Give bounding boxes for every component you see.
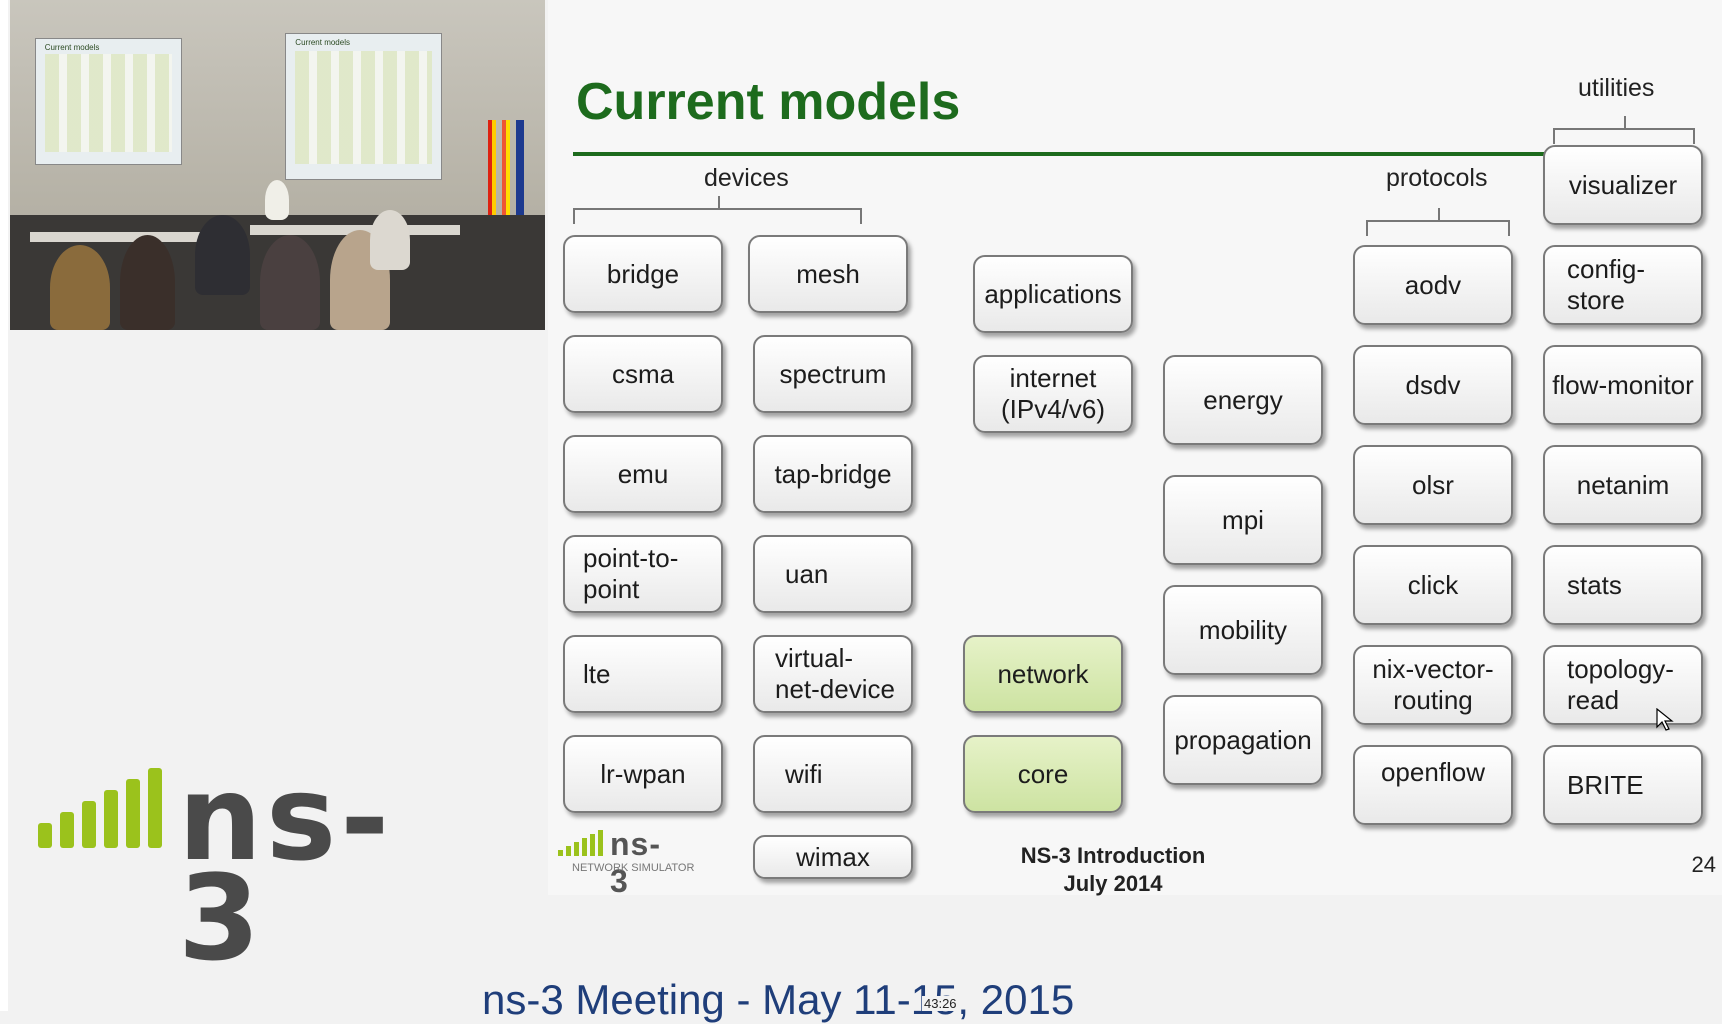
mouse-cursor-icon <box>1656 708 1674 731</box>
model-box-wifi: wifi <box>753 735 913 813</box>
audience-person <box>50 245 110 330</box>
devices-brace <box>573 196 862 224</box>
model-box-visualizer: visualizer <box>1543 145 1703 225</box>
slide-page-number: 24 <box>1691 852 1716 877</box>
model-box-core: core <box>963 735 1123 813</box>
model-box-energy: energy <box>1163 355 1323 445</box>
video-timestamp: 43:26 <box>922 996 959 1011</box>
model-box-topology-read: topology- read <box>1543 645 1703 725</box>
left-screen-title: Current models <box>44 42 100 52</box>
model-box-dsdv: dsdv <box>1353 345 1513 425</box>
speaker <box>265 180 289 220</box>
left-screen-content <box>44 54 173 152</box>
model-box-internet: internet (IPv4/v6) <box>973 355 1133 433</box>
ns3-big-logo: ns-3 <box>38 759 389 977</box>
protocols-brace <box>1366 208 1510 236</box>
projector-screen-left: Current models <box>35 38 182 165</box>
model-box-flow-monitor: flow-monitor <box>1543 345 1703 425</box>
slide-footer: NS-3 Introduction July 2014 <box>988 842 1238 898</box>
model-box-openflow: openflow <box>1353 745 1513 825</box>
model-box-propagation: propagation <box>1163 695 1323 785</box>
model-box-tap-bridge: tap-bridge <box>753 435 913 513</box>
model-box-nix-vector-routing: nix-vector- routing <box>1353 645 1513 725</box>
camera-video-feed: Current models Current models <box>10 0 545 330</box>
projector-screen-right: Current models <box>285 33 442 180</box>
desk <box>30 232 210 242</box>
audience-person <box>260 235 320 330</box>
model-box-mobility: mobility <box>1163 585 1323 675</box>
audience-person <box>120 235 175 330</box>
utilities-brace <box>1553 116 1695 144</box>
right-screen-content <box>295 51 432 165</box>
audience-person <box>195 215 250 295</box>
slide-ns3-logo: ns-3 NETWORK SIMULATOR <box>558 826 694 899</box>
model-box-mpi: mpi <box>1163 475 1323 565</box>
model-box-click: click <box>1353 545 1513 625</box>
big-logo-text: ns-3 <box>178 749 394 987</box>
model-box-applications: applications <box>973 255 1133 333</box>
model-box-olsr: olsr <box>1353 445 1513 525</box>
model-box-netanim: netanim <box>1543 445 1703 525</box>
slide-title: Current models <box>576 73 961 131</box>
audience-person <box>370 210 410 270</box>
footer-line2: July 2014 <box>1063 871 1163 896</box>
model-box-spectrum: spectrum <box>753 335 913 413</box>
right-screen-title: Current models <box>295 38 350 48</box>
group-label-utilities: utilities <box>1578 74 1655 102</box>
meeting-caption: ns-3 Meeting - May 11-15, 2015 <box>482 976 1075 1023</box>
model-box-virtual-net-device: virtual- net-device <box>753 635 913 713</box>
model-box-mesh: mesh <box>748 235 908 313</box>
group-label-devices: devices <box>704 164 789 192</box>
signal-bars-icon <box>558 830 603 856</box>
model-box-brite: BRITE <box>1543 745 1703 825</box>
group-label-protocols: protocols <box>1386 164 1488 192</box>
model-box-lr-wpan: lr-wpan <box>563 735 723 813</box>
presentation-slide: Current models utilities devices protoco… <box>548 0 1722 899</box>
model-box-bridge: bridge <box>563 235 723 313</box>
model-box-emu: emu <box>563 435 723 513</box>
model-box-network: network <box>963 635 1123 713</box>
model-box-lte: lte <box>563 635 723 713</box>
title-underline <box>573 152 1578 156</box>
model-box-config-store: config- store <box>1543 245 1703 325</box>
left-margin-strip <box>0 0 8 1011</box>
model-box-point-to-point: point-to- point <box>563 535 723 613</box>
footer-line1: NS-3 Introduction <box>1020 843 1206 868</box>
model-box-uan: uan <box>753 535 913 613</box>
slide-logo-subtext: NETWORK SIMULATOR <box>572 862 695 874</box>
signal-bars-icon <box>38 768 162 848</box>
model-box-aodv: aodv <box>1353 245 1513 325</box>
model-box-csma: csma <box>563 335 723 413</box>
model-box-stats: stats <box>1543 545 1703 625</box>
model-box-wimax: wimax <box>753 835 913 879</box>
